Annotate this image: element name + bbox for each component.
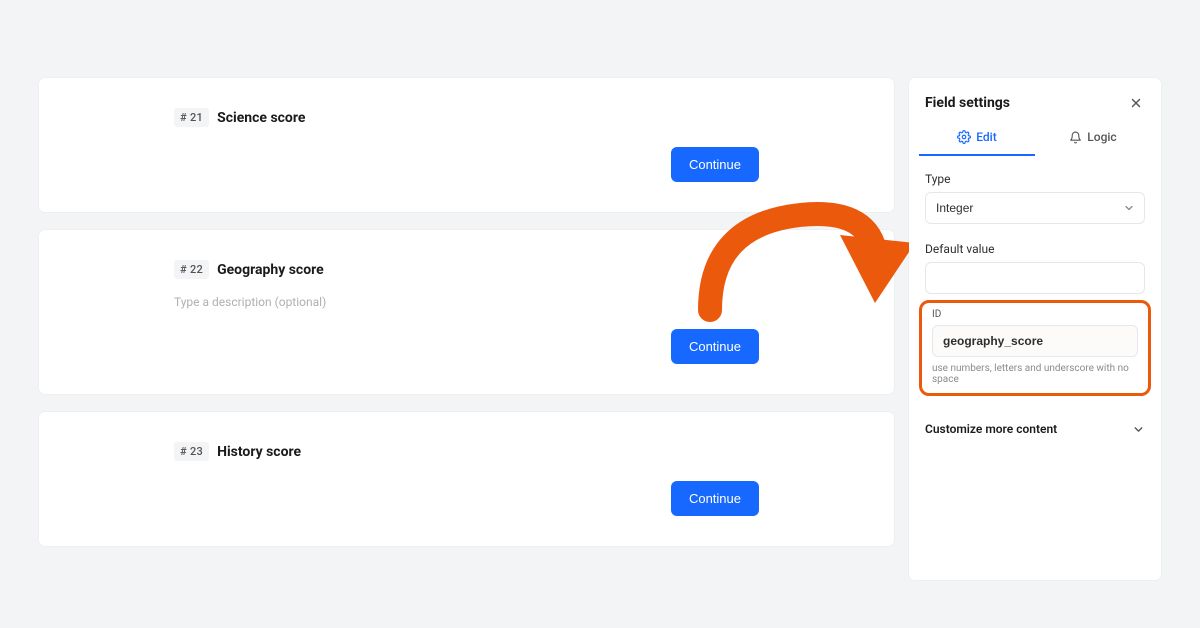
panel-title: Field settings [925, 95, 1010, 111]
continue-button[interactable]: Continue [671, 147, 759, 182]
close-button[interactable] [1127, 94, 1145, 112]
chevron-down-icon [1132, 423, 1145, 436]
id-input[interactable] [932, 325, 1138, 357]
default-value-label: Default value [925, 242, 1145, 256]
tab-logic[interactable]: Logic [1035, 122, 1151, 156]
field-number-badge: # 21 [174, 108, 209, 127]
field-number-badge: # 23 [174, 442, 209, 461]
field-number-badge: # 22 [174, 260, 209, 279]
form-card: # 22 Geography score Type a description … [39, 230, 894, 394]
type-select[interactable]: Integer [925, 192, 1145, 224]
field-settings-panel: Field settings Edit Logic Type Integer D… [909, 78, 1161, 580]
gear-icon [957, 130, 971, 144]
field-title: Science score [217, 110, 305, 126]
id-section-highlight: ID use numbers, letters and underscore w… [919, 300, 1151, 396]
type-label: Type [925, 172, 1145, 186]
close-icon [1129, 96, 1143, 110]
field-description-placeholder[interactable]: Type a description (optional) [69, 295, 864, 309]
default-value-input[interactable] [925, 262, 1145, 294]
customize-more-accordion[interactable]: Customize more content [909, 408, 1161, 450]
form-card: # 21 Science score Continue [39, 78, 894, 212]
accordion-label: Customize more content [925, 422, 1057, 436]
id-label: ID [932, 309, 1138, 320]
bell-icon [1069, 131, 1082, 144]
id-hint: use numbers, letters and underscore with… [932, 363, 1138, 385]
tab-logic-label: Logic [1087, 130, 1116, 144]
continue-button[interactable]: Continue [671, 481, 759, 516]
tab-edit-label: Edit [976, 130, 996, 144]
tab-edit[interactable]: Edit [919, 122, 1035, 156]
form-card: # 23 History score Continue [39, 412, 894, 546]
continue-button[interactable]: Continue [671, 329, 759, 364]
field-title: History score [217, 444, 301, 460]
field-title: Geography score [217, 262, 324, 278]
